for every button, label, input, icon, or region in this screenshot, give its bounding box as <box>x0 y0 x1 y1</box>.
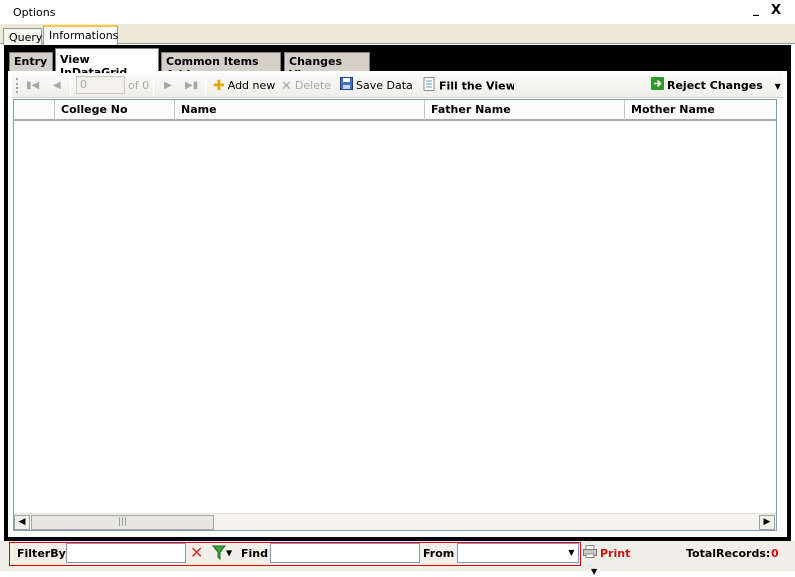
document-icon <box>423 77 436 96</box>
column-header-mother-name[interactable]: Mother Name <box>625 100 776 120</box>
binding-navigator-toolbar: ▮◀ ◀ 0 of 0 ▶ ▶▮ ✚ Add new ✕ Delete Save D… <box>12 73 783 98</box>
delete-label: Delete <box>294 79 332 92</box>
outer-tab-strip: Query Informations <box>0 24 795 45</box>
toolbar-separator <box>70 76 71 95</box>
toolbar-grip[interactable] <box>16 78 19 93</box>
move-previous-icon[interactable]: ◀ <box>53 78 61 93</box>
filter-by-label: FilterBy <box>17 547 66 560</box>
column-header-college-no[interactable]: College No <box>55 100 175 120</box>
from-label: From <box>423 547 455 560</box>
row-header-corner[interactable] <box>14 100 55 120</box>
print-label: Print <box>600 547 631 560</box>
delete-button[interactable]: ✕ Delete <box>281 77 331 94</box>
reject-arrow-icon <box>651 77 664 95</box>
save-data-button[interactable]: Save Data <box>340 77 413 94</box>
filter-funnel-icon[interactable]: ▼ <box>211 545 236 561</box>
close-button[interactable]: X <box>768 3 784 21</box>
column-header-father-name[interactable]: Father Name <box>425 100 625 120</box>
print-dropdown-icon[interactable]: ▼ <box>591 567 597 576</box>
reject-changes-button[interactable]: Reject Changes ▼ <box>651 77 781 94</box>
toolbar-separator <box>205 76 206 95</box>
from-select[interactable]: ▼ <box>457 543 579 563</box>
add-new-label: Add new <box>227 79 276 92</box>
print-button[interactable]: Print ▼ <box>583 545 645 576</box>
chevron-down-icon[interactable]: ▼ <box>565 544 578 562</box>
tab-common-items-add[interactable]: Common Items Add <box>161 52 281 81</box>
scrollbar-thumb[interactable]: ||| <box>31 515 214 530</box>
column-header-name[interactable]: Name <box>175 100 425 120</box>
window-title: Options <box>13 6 56 19</box>
dropdown-arrow-icon[interactable]: ▼ <box>775 82 781 91</box>
add-new-button[interactable]: ✚ Add new <box>213 77 275 94</box>
tab-query[interactable]: Query <box>3 28 42 45</box>
minimize-button[interactable]: _ <box>749 2 763 20</box>
filter-by-input[interactable] <box>66 543 186 563</box>
find-input[interactable] <box>270 543 420 563</box>
scroll-left-icon[interactable]: ◀ <box>14 515 30 530</box>
tab-changes-view[interactable]: Changes View <box>284 52 370 81</box>
fill-view-label: Fill the View <box>439 79 516 93</box>
add-icon: ✚ <box>213 78 225 94</box>
grid-header-row: College No Name Father Name Mother Name <box>14 100 776 121</box>
total-records-value: 0 <box>771 547 779 560</box>
delete-icon: ✕ <box>281 78 292 94</box>
horizontal-scrollbar[interactable]: ◀ ||| ▶ <box>14 513 776 530</box>
toolbar-separator <box>414 76 415 95</box>
save-icon <box>340 77 353 95</box>
title-bar <box>0 0 795 24</box>
data-grid[interactable] <box>13 99 777 531</box>
find-label: Find <box>241 547 268 560</box>
tab-entry[interactable]: Entry <box>9 52 53 71</box>
toolbar-separator <box>514 76 515 95</box>
record-count-label: of 0 <box>128 79 150 92</box>
total-records-label: TotalRecords: <box>686 547 771 560</box>
toolbar-separator <box>153 76 154 95</box>
save-data-label: Save Data <box>356 79 413 92</box>
position-input[interactable]: 0 <box>76 76 125 94</box>
clear-filter-icon[interactable]: ✕ <box>190 544 206 562</box>
tab-view-indatagrid[interactable]: View InDataGrid <box>55 48 159 79</box>
scroll-right-icon[interactable]: ▶ <box>759 515 775 530</box>
printer-icon <box>583 545 597 563</box>
reject-changes-label: Reject Changes <box>667 79 763 92</box>
fill-view-button[interactable]: Fill the View <box>423 77 516 94</box>
move-last-icon[interactable]: ▶▮ <box>185 78 198 93</box>
move-first-icon[interactable]: ▮◀ <box>26 78 39 93</box>
move-next-icon[interactable]: ▶ <box>164 78 172 93</box>
tab-informations[interactable]: Informations <box>43 25 118 45</box>
